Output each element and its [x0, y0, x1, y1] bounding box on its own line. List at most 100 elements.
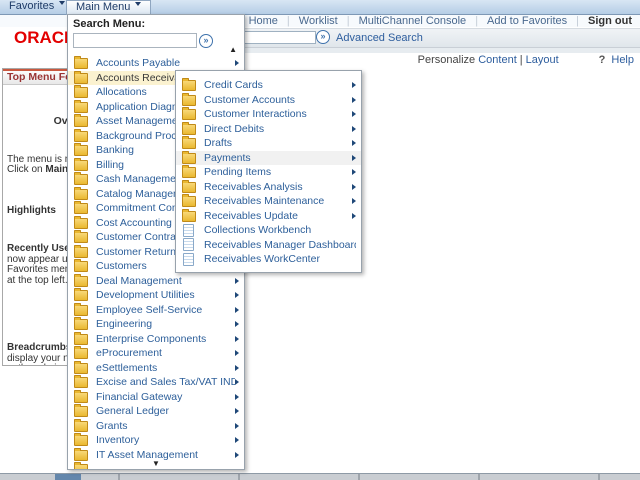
help-icon: ?: [599, 54, 606, 66]
folder-icon: [74, 305, 88, 316]
submenu-item-direct-debits[interactable]: Direct Debits: [176, 122, 361, 137]
folder-icon: [74, 392, 88, 403]
folder-icon: [182, 211, 196, 222]
chevron-right-icon: [235, 408, 239, 414]
header-search-go-button[interactable]: »: [316, 30, 330, 44]
menu-tab-bar: Favorites Main Menu: [0, 0, 640, 15]
submenu-item-label: Payments: [204, 152, 352, 164]
page-icon: [183, 238, 194, 251]
menu-search-input[interactable]: [73, 33, 197, 48]
menu-item-label: Employee Self-Service: [96, 304, 235, 316]
folder-icon: [74, 73, 88, 84]
personalize-label: Personalize: [418, 54, 475, 66]
folder-icon: [74, 421, 88, 432]
folder-icon: [74, 334, 88, 345]
submenu-item-receivables-workcenter[interactable]: Receivables WorkCenter: [176, 252, 361, 267]
personalize-content-link[interactable]: Content: [478, 54, 517, 66]
header-search-input[interactable]: [244, 31, 316, 44]
submenu-item-pending-items[interactable]: Pending Items: [176, 165, 361, 180]
menu-item-eprocurement[interactable]: eProcurement: [68, 346, 244, 361]
submenu-item-customer-interactions[interactable]: Customer Interactions: [176, 107, 361, 122]
menu-item-financial-gateway[interactable]: Financial Gateway: [68, 390, 244, 405]
submenu-item-receivables-manager-dashboard[interactable]: Receivables Manager Dashboard: [176, 238, 361, 253]
submenu-item-customer-accounts[interactable]: Customer Accounts: [176, 93, 361, 108]
folder-icon: [74, 189, 88, 200]
folder-icon: [182, 153, 196, 164]
submenu-item-label: Customer Accounts: [204, 94, 352, 106]
menu-item-general-ledger[interactable]: General Ledger: [68, 404, 244, 419]
folder-icon: [74, 218, 88, 229]
submenu-item-label: Credit Cards: [204, 79, 352, 91]
main-menu-tab-label: Main Menu: [76, 1, 130, 13]
chevron-down-icon: [59, 1, 65, 8]
menu-item-label: eSettlements: [96, 362, 235, 374]
folder-icon: [74, 435, 88, 446]
menu-item-deal-management[interactable]: Deal Management: [68, 274, 244, 289]
submenu-item-label: Receivables Update: [204, 210, 352, 222]
menu-item-development-utilities[interactable]: Development Utilities: [68, 288, 244, 303]
menu-item-label: General Ledger: [96, 405, 235, 417]
menu-search-go-button[interactable]: »: [199, 34, 213, 48]
chevron-right-icon: [235, 336, 239, 342]
chevron-right-icon: [235, 423, 239, 429]
menu-item-excise-and-sales-tax-vat-ind[interactable]: Excise and Sales Tax/VAT IND: [68, 375, 244, 390]
chevron-right-icon: [235, 452, 239, 458]
menu-item-accounts-payable[interactable]: Accounts Payable: [68, 56, 244, 71]
menu-item-esettlements[interactable]: eSettlements: [68, 361, 244, 376]
submenu-item-collections-workbench[interactable]: Collections Workbench: [176, 223, 361, 238]
submenu-item-payments[interactable]: Payments: [176, 151, 361, 166]
peoplesoft-window: Favorites Main Menu Home | Worklist | Mu…: [0, 0, 640, 480]
menu-item-inventory[interactable]: Inventory: [68, 433, 244, 448]
multichannel-console-link[interactable]: MultiChannel Console: [359, 15, 467, 27]
add-to-favorites-link[interactable]: Add to Favorites: [487, 15, 567, 27]
folder-icon: [74, 319, 88, 330]
folder-icon: [74, 87, 88, 98]
menu-item-employee-self-service[interactable]: Employee Self-Service: [68, 303, 244, 318]
menu-item-grants[interactable]: Grants: [68, 419, 244, 434]
chevron-right-icon: [352, 82, 356, 88]
home-link[interactable]: Home: [249, 15, 278, 27]
search-menu-label: Search Menu:: [73, 18, 145, 30]
recently-used-bold: Recently Used: [7, 243, 76, 254]
menu-item-label: Development Utilities: [96, 289, 235, 301]
advanced-search-link[interactable]: Advanced Search: [336, 32, 423, 44]
page-icon: [183, 224, 194, 237]
scroll-down-icon[interactable]: ▼: [68, 460, 244, 468]
main-menu-tab[interactable]: Main Menu: [66, 0, 151, 15]
folder-icon: [74, 247, 88, 258]
folder-icon: [74, 174, 88, 185]
folder-icon: [74, 116, 88, 127]
chevron-down-icon: [135, 2, 141, 9]
submenu-item-credit-cards[interactable]: Credit Cards: [176, 78, 361, 93]
chevron-right-icon: [352, 126, 356, 132]
submenu-item-receivables-analysis[interactable]: Receivables Analysis: [176, 180, 361, 195]
folder-icon: [74, 160, 88, 171]
favorites-menu-tab[interactable]: Favorites: [0, 0, 74, 13]
menu-item-enterprise-components[interactable]: Enterprise Components: [68, 332, 244, 347]
folder-icon: [74, 102, 88, 113]
breadcrumbs-bold: Breadcrumbs: [7, 342, 71, 353]
chevron-right-icon: [235, 394, 239, 400]
personalize-layout-link[interactable]: Layout: [526, 54, 559, 66]
menu-item-label: Accounts Payable: [96, 57, 235, 69]
folder-icon: [74, 377, 88, 388]
folder-icon: [182, 138, 196, 149]
menu-item-engineering[interactable]: Engineering: [68, 317, 244, 332]
personalize-row: Personalize Content | Layout ? Help: [418, 54, 634, 66]
scroll-up-icon[interactable]: ▲: [229, 46, 237, 54]
submenu-item-drafts[interactable]: Drafts: [176, 136, 361, 151]
separator: |: [576, 15, 579, 27]
help-link[interactable]: Help: [611, 54, 634, 66]
taskbar-strip[interactable]: [0, 473, 640, 480]
submenu-item-receivables-maintenance[interactable]: Receivables Maintenance: [176, 194, 361, 209]
chevron-right-icon: [352, 111, 356, 117]
chevron-right-icon: [235, 60, 239, 66]
worklist-link[interactable]: Worklist: [299, 15, 338, 27]
folder-icon: [74, 261, 88, 272]
sign-out-link[interactable]: Sign out: [588, 15, 632, 27]
chevron-right-icon: [235, 292, 239, 298]
submenu-item-receivables-update[interactable]: Receivables Update: [176, 209, 361, 224]
menu-item-label: eProcurement: [96, 347, 235, 359]
accounts-receivable-submenu: Credit Cards Customer Accounts Customer …: [175, 70, 362, 273]
submenu-item-label: Receivables Maintenance: [204, 195, 352, 207]
